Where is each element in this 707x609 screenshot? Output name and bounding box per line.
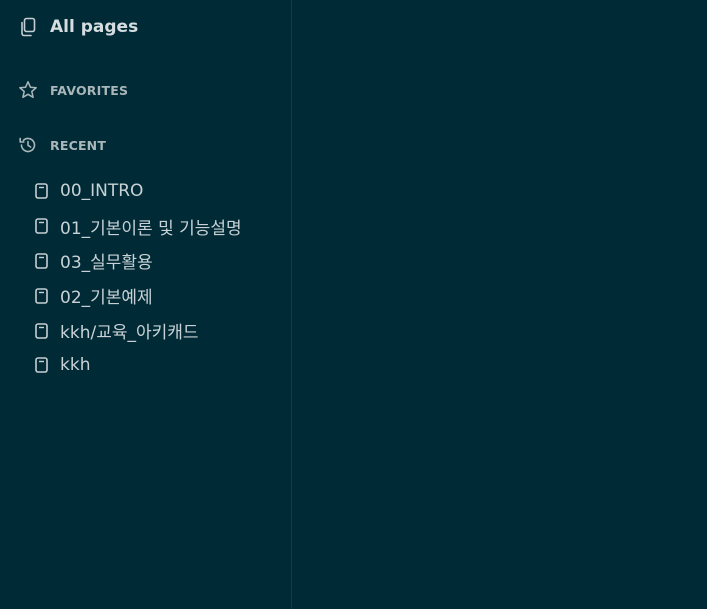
recent-page-label: 00_INTRO (60, 181, 144, 202)
all-pages-label: All pages (50, 17, 139, 37)
document-icon (34, 357, 48, 374)
recent-page-label: 03_실무활용 (60, 253, 153, 274)
recent-page-item[interactable]: kkh/교육_아키캐드 (34, 313, 242, 348)
document-icon (34, 218, 48, 234)
recent-page-item[interactable]: 00_INTRO (34, 174, 242, 209)
star-icon (18, 80, 38, 100)
recent-page-label: 01_기본이론 및 기능설명 (60, 218, 242, 239)
recent-page-item[interactable]: 02_기본예제 (34, 278, 242, 313)
recent-page-label: kkh/교육_아키캐드 (60, 323, 199, 344)
document-icon (34, 287, 48, 304)
recent-page-item[interactable]: 01_기본이론 및 기능설명 (34, 209, 242, 244)
copy-pages-icon (18, 17, 38, 37)
document-icon (34, 322, 48, 339)
all-pages-link[interactable]: All pages (18, 17, 138, 37)
sidebar: All pages FAVORITES RECENT 00_INTRO 01_기… (0, 0, 292, 609)
recent-page-item[interactable]: 03_실무활용 (34, 244, 242, 279)
history-icon (18, 135, 38, 155)
recent-page-item[interactable]: kkh (34, 348, 242, 383)
recent-page-label: kkh (60, 355, 91, 376)
recent-pages-list: 00_INTRO 01_기본이론 및 기능설명 03_실무활용 02_기본예제 (34, 174, 242, 383)
document-icon (34, 183, 48, 200)
main-content-area (292, 0, 707, 609)
recent-label: RECENT (50, 137, 107, 153)
recent-section-header[interactable]: RECENT (18, 135, 106, 155)
app-window: All pages FAVORITES RECENT 00_INTRO 01_기… (0, 0, 707, 609)
recent-page-label: 02_기본예제 (60, 288, 153, 309)
favorites-section-header[interactable]: FAVORITES (18, 80, 128, 100)
document-icon (34, 253, 48, 269)
favorites-label: FAVORITES (50, 82, 129, 98)
